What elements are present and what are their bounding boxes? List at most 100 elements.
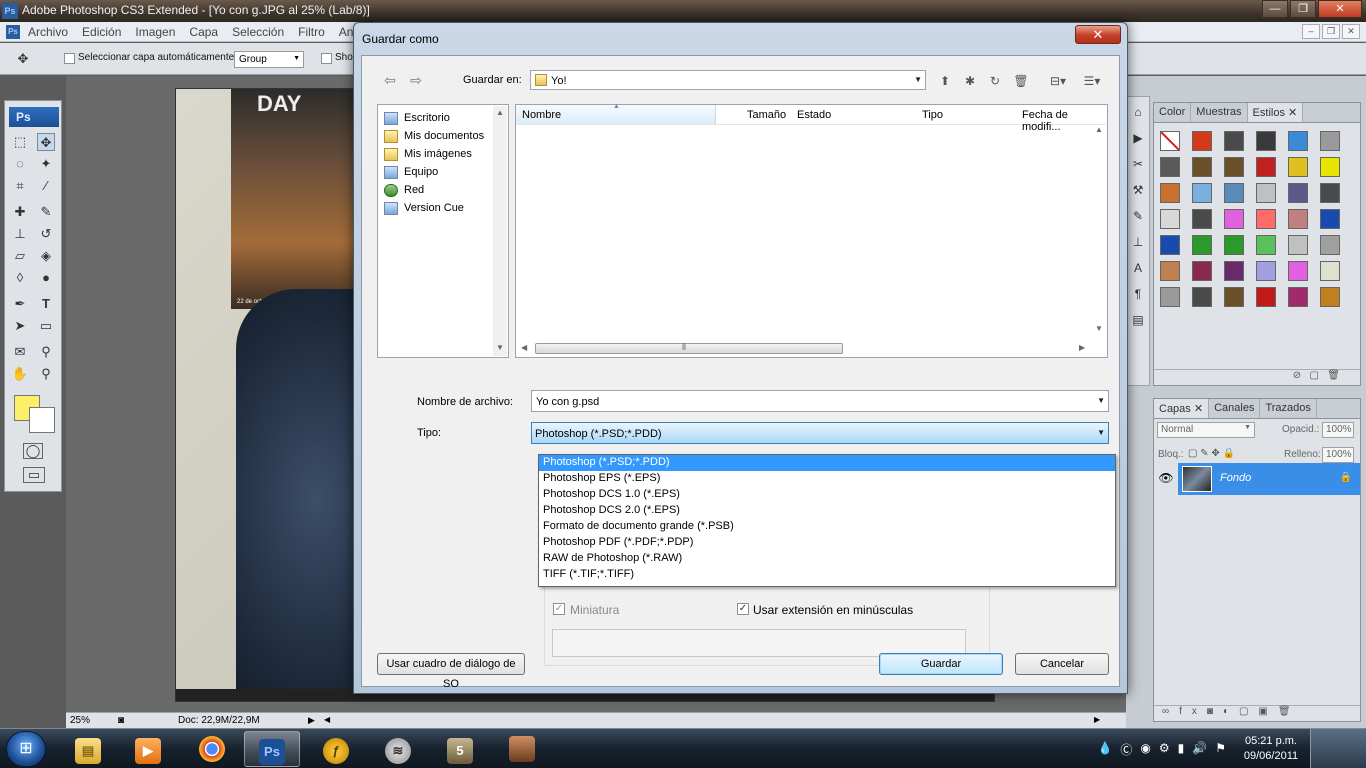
style-swatch[interactable] [1288,183,1308,203]
scroll-left-icon[interactable]: ◀ [521,343,527,352]
type-option[interactable]: Photoshop DCS 2.0 (*.EPS) [539,503,1115,519]
style-swatch[interactable] [1256,183,1276,203]
place-my-documents[interactable]: Mis documentos [384,127,484,145]
style-swatch[interactable] [1160,157,1180,177]
filename-input[interactable]: Yo con g.psd ▼ [531,390,1109,412]
pen-tool-icon[interactable]: ✒ [11,295,29,313]
eraser-tool-icon[interactable]: ▱ [11,247,29,265]
zoom-level[interactable]: 25% [70,715,90,726]
col-type[interactable]: Tipo [922,109,943,121]
style-swatch[interactable] [1256,261,1276,281]
style-swatch[interactable] [1160,209,1180,229]
scroll-right-icon[interactable]: ▶ [1079,343,1085,352]
h-scroll-right-icon[interactable]: ▶ [1094,715,1100,724]
place-desktop[interactable]: Escritorio [384,109,450,127]
style-swatch[interactable] [1320,131,1340,151]
type-option[interactable]: Photoshop DCS 1.0 (*.EPS) [539,487,1115,503]
hand-tool-icon[interactable]: ✋ [11,365,29,383]
style-swatch[interactable] [1224,157,1244,177]
place-version-cue[interactable]: Version Cue [384,199,464,217]
tab-styles[interactable]: Estilos ✕ [1247,103,1304,122]
minimize-button[interactable]: — [1262,0,1288,18]
style-swatch[interactable] [1224,261,1244,281]
brushes-panel-icon[interactable]: ✎ [1127,205,1149,227]
style-swatch[interactable] [1192,287,1212,307]
style-swatch[interactable] [1320,287,1340,307]
delete-icon[interactable]: 🗑 [1012,72,1030,90]
background-color-swatch[interactable] [29,407,55,433]
blend-mode-dropdown[interactable]: Normal ▼ [1157,422,1255,438]
tray-c-icon[interactable]: Ⓒ [1120,741,1132,758]
tab-paths[interactable]: Trazados [1260,399,1317,418]
save-button[interactable]: Guardar [879,653,1003,675]
auto-select-checkbox[interactable] [64,53,75,64]
style-swatch[interactable] [1288,287,1308,307]
style-swatch[interactable] [1160,131,1180,151]
doc-minimize-button[interactable]: – [1302,24,1320,39]
doc-restore-button[interactable]: ❐ [1322,24,1340,39]
file-list-vscrollbar[interactable]: ▲ ▼ [1092,125,1106,339]
slice-tool-icon[interactable]: ∕ [37,177,55,195]
style-swatch[interactable] [1160,183,1180,203]
style-swatch[interactable] [1192,183,1212,203]
clone-stamp-tool-icon[interactable]: ⊥ [11,225,29,243]
taskbar-app-2[interactable]: 5 [432,731,488,767]
style-swatch[interactable] [1224,235,1244,255]
history-brush-tool-icon[interactable]: ↺ [37,225,55,243]
start-button[interactable]: ⊞ [6,731,46,767]
paragraph-panel-icon[interactable]: ¶ [1127,283,1149,305]
taskbar-flash[interactable]: ƒ [308,731,364,767]
type-option[interactable]: RAW de Photoshop (*.RAW) [539,551,1115,567]
tab-swatches[interactable]: Muestras [1191,103,1248,122]
menu-analisis[interactable]: An [339,25,354,39]
style-swatch[interactable] [1320,183,1340,203]
lowercase-ext-checkbox[interactable]: ✓ [737,603,749,615]
style-swatch[interactable] [1224,209,1244,229]
quick-mask-icon[interactable]: ◯ [23,443,43,459]
auto-select-dropdown[interactable]: Group ▼ [234,51,304,68]
tool-presets-panel-icon[interactable]: ⚒ [1127,179,1149,201]
history-panel-icon[interactable]: ⌂ [1127,101,1149,123]
style-swatch[interactable] [1288,131,1308,151]
tab-color[interactable]: Color [1154,103,1192,122]
style-swatch[interactable] [1256,209,1276,229]
paint-bucket-tool-icon[interactable]: ◈ [37,247,55,265]
taskbar-chrome[interactable] [184,731,240,767]
menu-capa[interactable]: Capa [189,25,218,39]
menu-archivo[interactable]: Archivo [28,25,68,39]
layer-row-fondo[interactable]: 👁 Fondo 🔒 [1154,463,1360,495]
tray-flag-icon[interactable]: ⚑ [1215,741,1226,758]
style-swatch[interactable] [1160,287,1180,307]
doc-close-button[interactable]: ✕ [1342,24,1360,39]
style-swatch[interactable] [1288,209,1308,229]
tab-layers[interactable]: Capas ✕ [1154,399,1210,418]
status-icon[interactable]: ◙ [118,715,124,726]
taskbar-app-1[interactable]: ≋ [370,731,426,767]
drive-icon[interactable]: ⊟▾ [1044,72,1072,90]
style-swatch[interactable] [1320,235,1340,255]
refresh-icon[interactable]: ↻ [986,72,1004,90]
style-swatch[interactable] [1192,157,1212,177]
layer-comps-panel-icon[interactable]: ▤ [1127,309,1149,331]
tray-orange-icon[interactable]: ◉ [1140,741,1150,758]
close-window-button[interactable]: ✕ [1318,0,1362,18]
eyedropper-tool-icon[interactable]: ⚲ [37,343,55,361]
style-swatch[interactable] [1192,131,1212,151]
type-option[interactable]: Photoshop (*.PSD;*.PDD) [539,455,1115,471]
style-swatch[interactable] [1320,157,1340,177]
file-list-hscrollbar[interactable]: ◀ ⦀ ▶ [517,340,1092,356]
dodge-tool-icon[interactable]: ● [37,269,55,287]
os-dialog-button[interactable]: Usar cuadro de diálogo de SO [377,653,525,690]
menu-edicion[interactable]: Edición [82,25,121,39]
shape-tool-icon[interactable]: ▭ [37,317,55,335]
view-menu-icon[interactable]: ☰▾ [1078,72,1106,90]
style-swatch[interactable] [1160,261,1180,281]
back-arrow-icon[interactable]: ⇦ [380,70,400,90]
style-swatch[interactable] [1288,261,1308,281]
style-swatch[interactable] [1224,287,1244,307]
col-status[interactable]: Estado [797,109,831,121]
col-name[interactable]: Nombre [522,109,561,121]
menu-imagen[interactable]: Imagen [135,25,175,39]
type-option[interactable]: Photoshop EPS (*.EPS) [539,471,1115,487]
style-swatch[interactable] [1288,235,1308,255]
